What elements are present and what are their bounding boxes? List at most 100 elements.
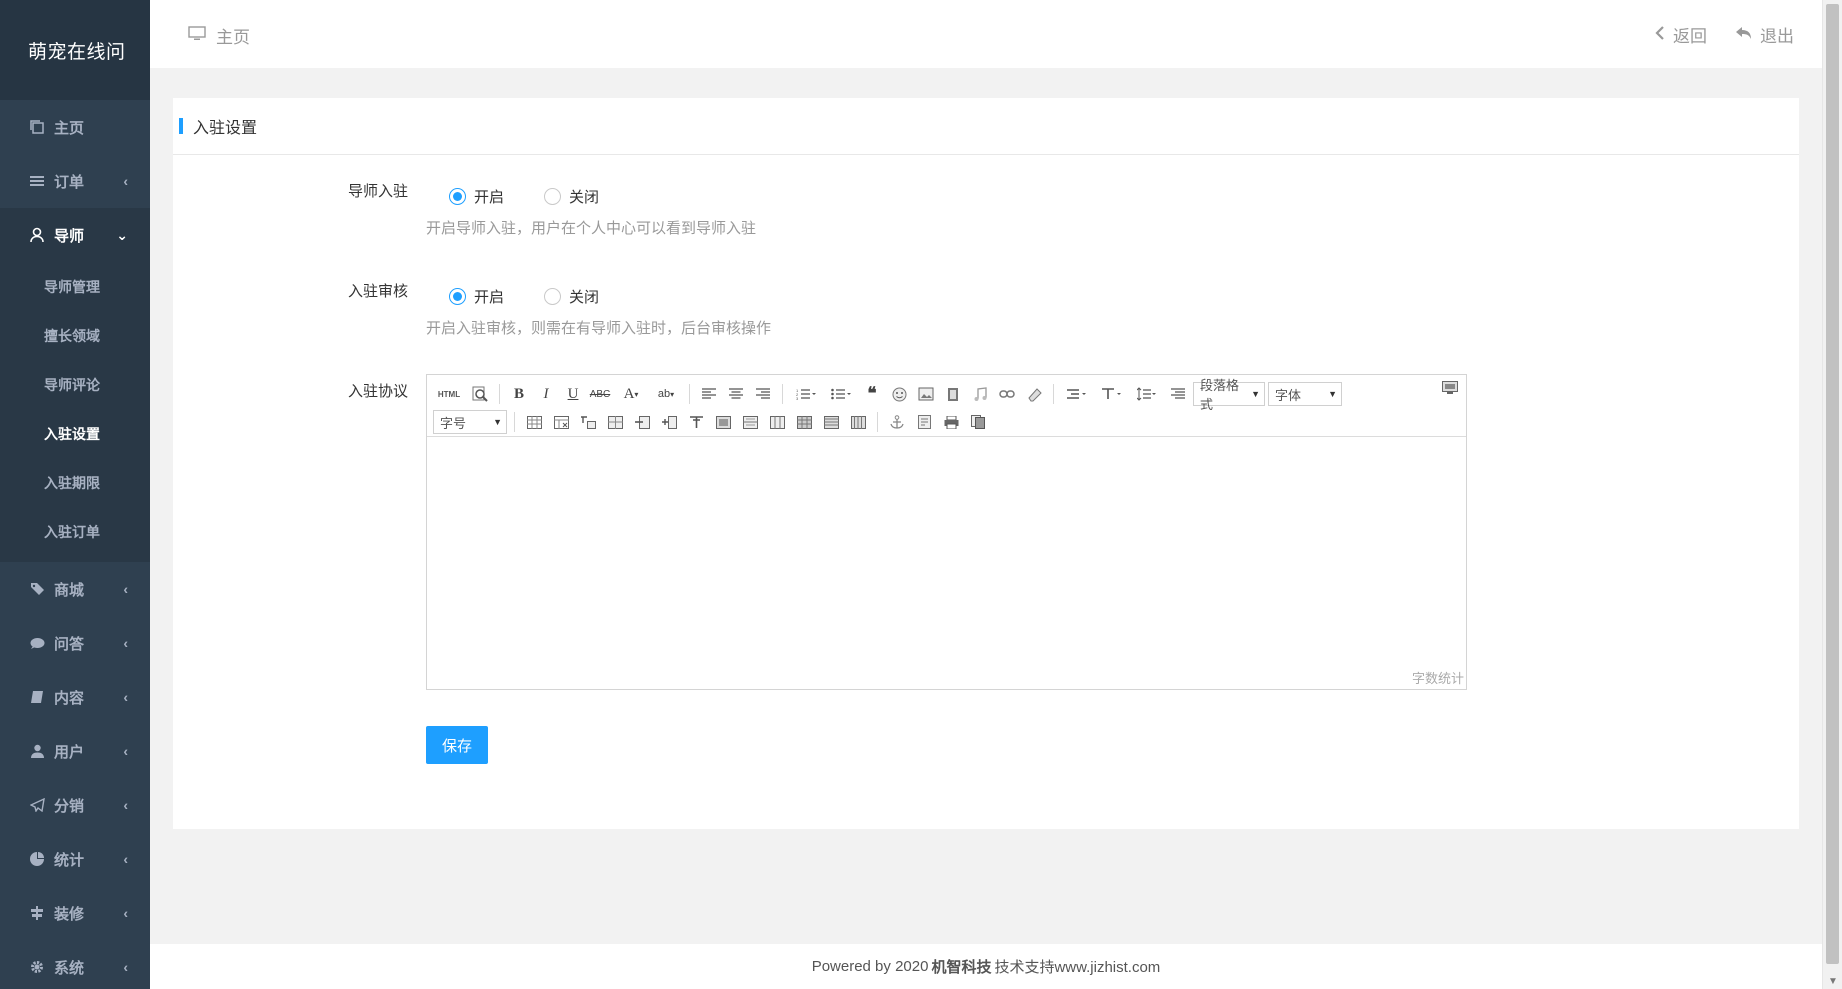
submenu-entry-period[interactable]: 入驻期限 (0, 458, 150, 507)
sidebar-item-label: 分销 (54, 797, 85, 815)
tutor-entry-hint: 开启导师入驻，用户在个人中心可以看到导师入驻 (426, 220, 757, 237)
sidebar-item-qa[interactable]: 问答 ‹ (0, 616, 150, 670)
tutor-entry-on-radio[interactable]: 开启 (449, 186, 504, 207)
reply-icon (1735, 25, 1752, 45)
paragraph-format-select[interactable]: 段落格式 ▼ (1193, 378, 1265, 412)
merge-cells-icon[interactable] (711, 410, 735, 434)
font-color-icon[interactable]: A ▾ (615, 382, 647, 406)
tutor-entry-off-radio[interactable]: 关闭 (544, 186, 599, 207)
sidebar-item-users[interactable]: 用户 ‹ (0, 724, 150, 778)
sidebar-item-mall[interactable]: 商城 ‹ (0, 562, 150, 616)
back-button[interactable]: 返回 (1655, 22, 1707, 47)
align-center-icon[interactable] (724, 382, 748, 406)
indent-icon[interactable] (1061, 382, 1093, 406)
font-size-select[interactable]: 字号 ▼ (433, 410, 507, 434)
music-icon[interactable] (968, 382, 992, 406)
sidebar-item-label: 用户 (54, 743, 85, 761)
image-icon[interactable] (914, 382, 938, 406)
submenu-expertise[interactable]: 擅长领域 (0, 311, 150, 360)
rich-text-editor: HTML B I U ABC A ▾ ab ▾ 123 ❝ 段落格式 ▼ 字体 … (426, 374, 1467, 690)
align-right-icon[interactable] (751, 382, 775, 406)
chevron-left-icon: ‹ (123, 689, 128, 705)
submenu-tutor-comments[interactable]: 导师评论 (0, 360, 150, 409)
toolbar-row-2: 字号 ▼ (433, 408, 1460, 436)
sidebar-item-tutor[interactable]: 导师 ⌄ (0, 208, 150, 262)
insert-column-icon[interactable] (657, 410, 681, 434)
template-icon[interactable] (966, 410, 990, 434)
italic-icon[interactable]: I (534, 382, 558, 406)
book-icon (28, 689, 46, 705)
save-button[interactable]: 保存 (426, 726, 488, 764)
split-rows-icon[interactable] (819, 410, 843, 434)
insert-table-icon[interactable] (522, 410, 546, 434)
split-columns-icon[interactable] (846, 410, 870, 434)
sidebar-item-home[interactable]: 主页 (0, 100, 150, 154)
sidebar-item-orders[interactable]: 订单 ‹ (0, 154, 150, 208)
insert-row-icon[interactable] (603, 410, 627, 434)
link-icon[interactable] (995, 382, 1019, 406)
delete-row-icon[interactable] (630, 410, 654, 434)
font-family-select[interactable]: 字体 ▼ (1268, 382, 1342, 406)
delete-column-icon[interactable] (684, 410, 708, 434)
submenu-tutor-manage[interactable]: 导师管理 (0, 262, 150, 311)
sidebar-item-decorate[interactable]: 装修 ‹ (0, 886, 150, 940)
title-accent-bar (179, 118, 183, 134)
logout-button[interactable]: 退出 (1735, 22, 1794, 47)
submenu-entry-orders[interactable]: 入驻订单 (0, 507, 150, 556)
scroll-down-icon[interactable]: ▼ (1828, 976, 1838, 987)
insert-paragraph-table-icon[interactable] (576, 410, 600, 434)
chevron-down-icon: ⌄ (116, 226, 128, 243)
preview-icon[interactable] (468, 382, 492, 406)
merge-down-icon[interactable] (765, 410, 789, 434)
emoji-icon[interactable] (887, 382, 911, 406)
align-left-icon[interactable] (697, 382, 721, 406)
chevron-left-icon: ‹ (123, 743, 128, 759)
unordered-list-icon[interactable] (825, 382, 857, 406)
paragraph-spacing-icon[interactable] (1096, 382, 1128, 406)
vertical-scrollbar[interactable]: ▼ (1822, 0, 1842, 989)
line-height-icon[interactable] (1131, 382, 1163, 406)
caret-down-icon: ▼ (1251, 389, 1260, 399)
sidebar-item-distribution[interactable]: 分销 ‹ (0, 778, 150, 832)
html-label: HTML (437, 389, 461, 399)
entry-review-on-radio[interactable]: 开启 (449, 286, 504, 307)
editor-toolbar: HTML B I U ABC A ▾ ab ▾ 123 ❝ 段落格式 ▼ 字体 … (427, 375, 1466, 437)
word-count: 字数统计 (1411, 671, 1464, 686)
footer-suffix: 技术支持www.jizhist.com (994, 959, 1161, 976)
entry-review-off-radio[interactable]: 关闭 (544, 286, 599, 307)
split-cells-icon[interactable] (792, 410, 816, 434)
breadcrumb[interactable]: 主页 (188, 23, 250, 48)
delete-table-icon[interactable] (549, 410, 573, 434)
anchor-icon[interactable] (885, 410, 909, 434)
bold-icon[interactable]: B (507, 382, 531, 406)
settings-card: 入驻设置 导师入驻 开启 关闭 开启导师入驻，用户在个人中心可以看到导师入驻 入… (173, 98, 1799, 829)
scrollbar-thumb[interactable] (1826, 4, 1839, 964)
svg-text:3: 3 (796, 396, 799, 400)
entry-review-label: 入驻审核 (348, 283, 409, 300)
chevron-left-icon: ‹ (123, 959, 128, 975)
radio-checked-icon (449, 188, 466, 205)
underline-icon[interactable]: U (561, 382, 585, 406)
back-label: 返回 (1673, 27, 1707, 46)
copy-icon (28, 119, 46, 135)
tutor-entry-radio-group: 开启 关闭 (449, 186, 599, 207)
sidebar-item-stats[interactable]: 统计 ‹ (0, 832, 150, 886)
sidebar-item-content[interactable]: 内容 ‹ (0, 670, 150, 724)
editor-content-area[interactable]: 字数统计 (427, 437, 1466, 689)
format-icon[interactable] (1166, 382, 1190, 406)
submenu-entry-settings[interactable]: 入驻设置 (0, 409, 150, 458)
ordered-list-icon[interactable]: 123 (790, 382, 822, 406)
print-icon[interactable] (939, 410, 963, 434)
merge-right-icon[interactable] (738, 410, 762, 434)
eraser-icon[interactable] (1022, 382, 1046, 406)
highlight-color-icon[interactable]: ab ▾ (650, 382, 682, 406)
video-icon[interactable] (941, 382, 965, 406)
chevron-left-icon: ‹ (123, 173, 128, 189)
strikethrough-icon[interactable]: ABC (588, 382, 612, 406)
fullscreen-icon[interactable] (1442, 381, 1458, 400)
page-break-icon[interactable] (912, 410, 936, 434)
blockquote-icon[interactable]: ❝ (860, 382, 884, 406)
sidebar-item-system[interactable]: 系统 ‹ (0, 940, 150, 989)
toolbar-separator (514, 412, 515, 432)
html-source-button[interactable]: HTML (433, 382, 465, 406)
